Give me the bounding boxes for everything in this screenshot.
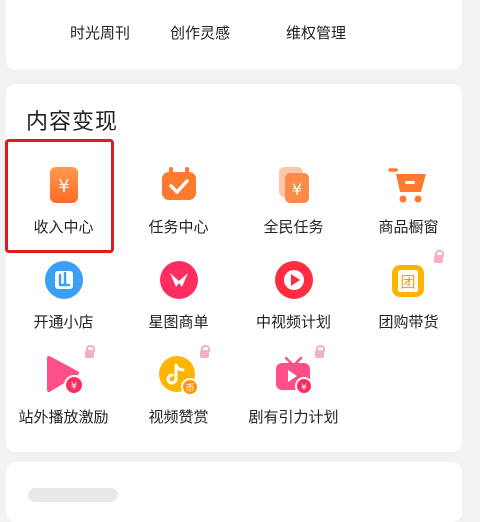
grid-item-label: 全民任务: [263, 218, 324, 236]
highlight-box: [5, 139, 114, 253]
shopping-cart-icon: [388, 168, 426, 203]
grid-item-star-map-orders[interactable]: 星图商单: [121, 259, 236, 349]
grid-item-group-buy[interactable]: 团 团购带货: [351, 250, 466, 349]
yuan-glyph: ¥: [292, 180, 302, 199]
grid-item-task-center[interactable]: 任务中心: [121, 164, 236, 254]
grid-item-label: 商品橱窗: [378, 218, 439, 236]
lock-icon: [434, 250, 444, 263]
store-icon: [45, 261, 83, 299]
video-play-icon: [275, 261, 313, 299]
grid-item-label: 星图商单: [148, 313, 209, 331]
grid-item-label: 中视频计划: [255, 313, 331, 331]
grid-item-product-window[interactable]: 商品橱窗: [351, 164, 466, 254]
tool-label: 创作灵感: [169, 24, 230, 42]
yuan-glyph: ¥: [71, 381, 77, 392]
tiktok-coin-icon: 币: [159, 356, 199, 396]
grid-item-label: 视频赞赏: [148, 408, 209, 426]
grid-item-offsite-play-incentive[interactable]: ¥ 站外播放激励: [6, 345, 121, 444]
grid-item-label: 站外播放激励: [18, 408, 109, 426]
grid-item-label: 任务中心: [148, 218, 209, 236]
tool-label: 维权管理: [285, 24, 346, 42]
task-calendar-check-icon: [162, 167, 196, 200]
grid-item-label: 开通小店: [33, 313, 94, 331]
grid-item-label: 剧有引力计划: [248, 408, 339, 426]
grid-item-label: 团购带货: [378, 313, 439, 331]
group-buy-icon: 团: [392, 265, 424, 297]
yuan-glyph: ¥: [301, 383, 307, 393]
bi-glyph: 币: [185, 383, 194, 394]
grid-item-video-appreciation[interactable]: 币 视频赞赏: [121, 345, 236, 444]
play-yuan-icon: ¥: [47, 356, 84, 395]
tuan-glyph: 团: [400, 273, 415, 291]
placeholder-bar: [28, 488, 118, 502]
grid-item-mid-video-plan[interactable]: 中视频计划: [236, 259, 351, 349]
tv-yuan-icon: ¥: [276, 356, 313, 395]
grid-item-all-people-task[interactable]: ¥ 全民任务: [236, 164, 351, 254]
section-title: 内容变现: [26, 110, 119, 135]
lock-icon: [200, 345, 210, 358]
all-people-task-yuan-icon: ¥: [279, 167, 309, 203]
star-map-icon: [160, 261, 198, 299]
lock-icon: [315, 345, 325, 358]
top-tools-card: 时光周刊 创作灵感 维权管理: [6, 0, 462, 70]
lock-icon: [85, 345, 95, 358]
grid-item-drama-gravity-plan[interactable]: ¥ 剧有引力计划: [236, 345, 351, 444]
grid-item-open-store[interactable]: 开通小店: [6, 259, 121, 349]
